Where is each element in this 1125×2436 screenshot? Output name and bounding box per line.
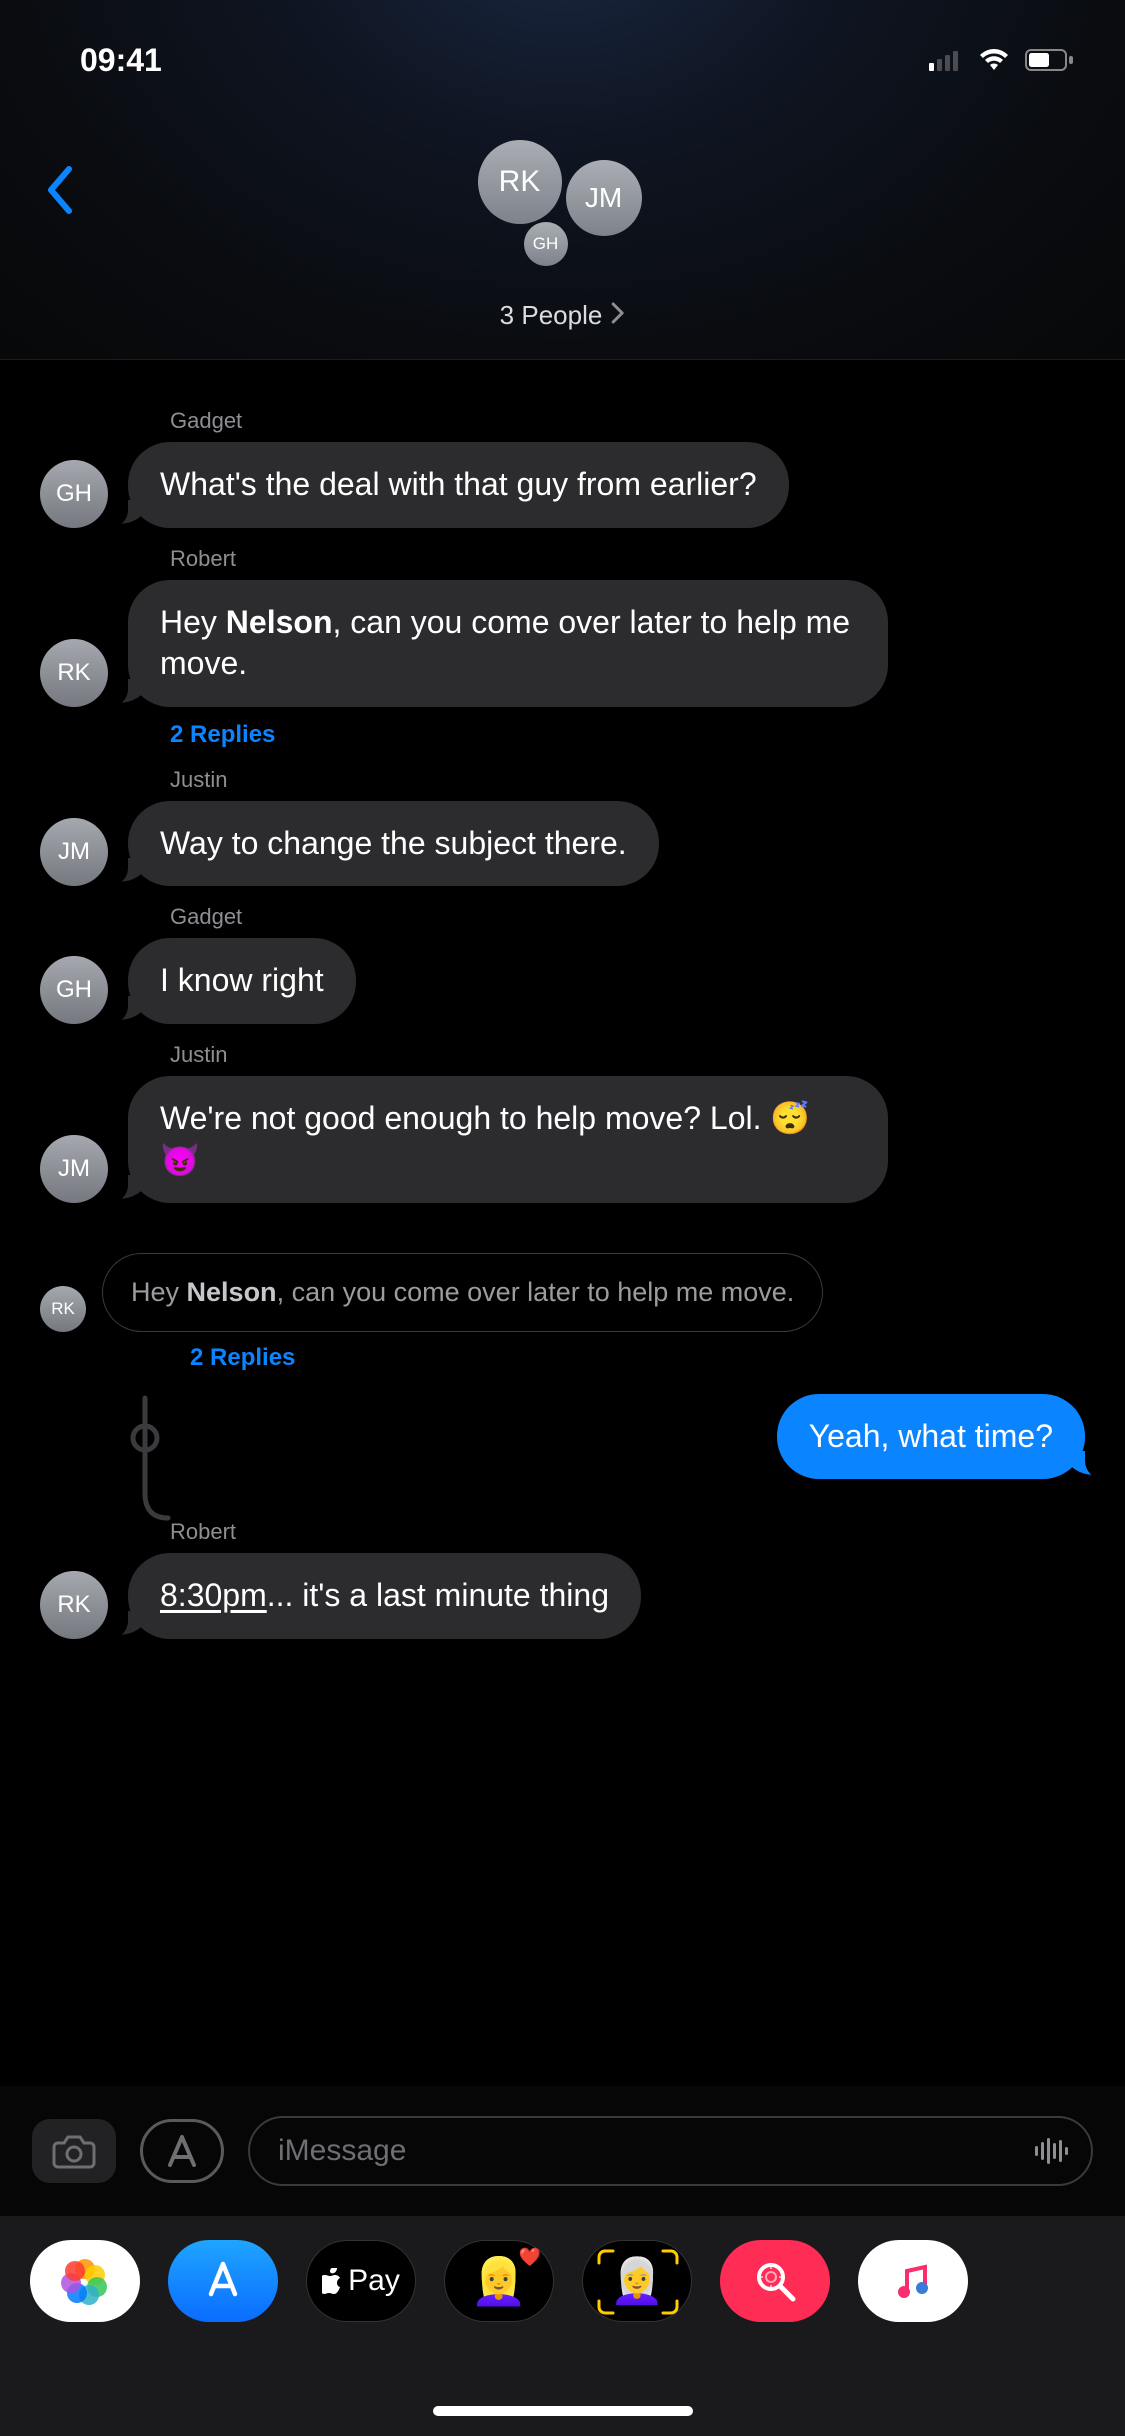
drawer-item-photos[interactable] — [30, 2240, 140, 2322]
pay-label: Pay — [348, 2264, 400, 2298]
header-avatar-jm: JM — [566, 160, 642, 236]
chevron-left-icon — [45, 165, 75, 215]
wifi-icon — [977, 48, 1011, 72]
appstore-icon — [200, 2258, 246, 2304]
drawer-item-appstore[interactable] — [168, 2240, 278, 2322]
drawer-item-music[interactable] — [858, 2240, 968, 2322]
message-row[interactable]: GH What's the deal with that guy from ea… — [0, 442, 1125, 528]
quoted-thread[interactable]: RK Hey Nelson, can you come over later t… — [40, 1253, 1085, 1371]
message-row[interactable]: JM Way to change the subject there. — [0, 801, 1125, 887]
conversation-header: 09:41 RK JM GH 3 People — [0, 0, 1125, 360]
waveform-icon — [1033, 2136, 1071, 2166]
message-bubble[interactable]: 8:30pm... it's a last minute thing — [128, 1553, 641, 1639]
back-button[interactable] — [30, 160, 90, 220]
avatar: JM — [40, 818, 108, 886]
drawer-item-images[interactable] — [720, 2240, 830, 2322]
drawer-item-memoji[interactable]: 👱‍♀️ ❤️ — [444, 2240, 554, 2322]
photos-icon — [61, 2257, 109, 2305]
drawer-item-applepay[interactable]: Pay — [306, 2240, 416, 2322]
compose-bar: iMessage — [0, 2086, 1125, 2216]
sender-label: Robert — [170, 1519, 1125, 1545]
input-placeholder: iMessage — [278, 2134, 406, 2168]
camera-button[interactable] — [32, 2119, 116, 2183]
message-bubble[interactable]: Hey Nelson, can you come over later to h… — [128, 580, 888, 707]
message-bubble[interactable]: Way to change the subject there. — [128, 801, 659, 887]
replies-link[interactable]: 2 Replies — [190, 1344, 1085, 1372]
message-text: Hey — [131, 1277, 187, 1307]
camera-icon — [52, 2133, 96, 2169]
header-avatar-gh: GH — [524, 222, 568, 266]
avatar: JM — [40, 1135, 108, 1203]
message-bubble[interactable]: We're not good enough to help move? Lol.… — [128, 1076, 888, 1203]
message-text: Hey — [160, 604, 226, 640]
avatar: RK — [40, 1286, 86, 1332]
message-row[interactable]: GH I know right — [0, 938, 1125, 1024]
detected-time-link[interactable]: 8:30pm — [160, 1577, 267, 1613]
focus-frame-icon — [593, 2247, 683, 2317]
sender-label: Robert — [170, 546, 1125, 572]
quoted-bubble[interactable]: Hey Nelson, can you come over later to h… — [102, 1253, 823, 1331]
app-drawer-button[interactable] — [140, 2119, 224, 2183]
cell-signal-icon — [929, 49, 963, 71]
status-bar: 09:41 — [0, 0, 1125, 100]
conversation-title-button[interactable]: 3 People — [500, 300, 626, 331]
appstore-a-icon — [162, 2131, 202, 2171]
message-row[interactable]: RK 8:30pm... it's a last minute thing — [0, 1553, 1125, 1639]
message-list[interactable]: Gadget GH What's the deal with that guy … — [0, 360, 1125, 2086]
replies-link[interactable]: 2 Replies — [170, 721, 1125, 749]
message-input[interactable]: iMessage — [248, 2116, 1093, 2186]
app-drawer[interactable]: Pay 👱‍♀️ ❤️ 👩‍🦳 — [0, 2216, 1125, 2436]
sender-label: Justin — [170, 767, 1125, 793]
message-text: ... it's a last minute thing — [267, 1577, 609, 1613]
chevron-right-icon — [610, 301, 625, 330]
sender-label: Justin — [170, 1042, 1125, 1068]
avatar: RK — [40, 1571, 108, 1639]
message-row[interactable]: RK Hey Nelson, can you come over later t… — [0, 580, 1125, 707]
hearts-icon: ❤️ — [519, 2247, 541, 2268]
message-bubble[interactable]: What's the deal with that guy from earli… — [128, 442, 789, 528]
music-icon — [893, 2261, 933, 2301]
message-bubble-outgoing[interactable]: Yeah, what time? — [777, 1394, 1085, 1480]
sender-label: Gadget — [170, 408, 1125, 434]
battery-icon — [1025, 48, 1075, 72]
message-bubble[interactable]: I know right — [128, 938, 356, 1024]
message-text: , can you come over later to help me mov… — [277, 1277, 795, 1307]
conversation-title: 3 People — [500, 300, 603, 331]
status-time: 09:41 — [80, 42, 162, 79]
apple-logo-icon — [322, 2268, 344, 2294]
mention: Nelson — [187, 1277, 277, 1307]
mention: Nelson — [226, 604, 333, 640]
dictation-button[interactable] — [1027, 2126, 1077, 2176]
message-row[interactable]: JM We're not good enough to help move? L… — [0, 1076, 1125, 1203]
image-search-icon — [751, 2257, 799, 2305]
avatar: RK — [40, 639, 108, 707]
sender-label: Gadget — [170, 904, 1125, 930]
avatar: GH — [40, 956, 108, 1024]
header-avatar-cluster[interactable]: RK JM GH — [438, 130, 688, 270]
drawer-item-animoji[interactable]: 👩‍🦳 — [582, 2240, 692, 2322]
header-avatar-rk: RK — [478, 140, 562, 224]
status-icons — [929, 48, 1075, 72]
thread-connector-icon — [120, 1398, 160, 1528]
avatar: GH — [40, 460, 108, 528]
home-indicator[interactable] — [433, 2406, 693, 2416]
